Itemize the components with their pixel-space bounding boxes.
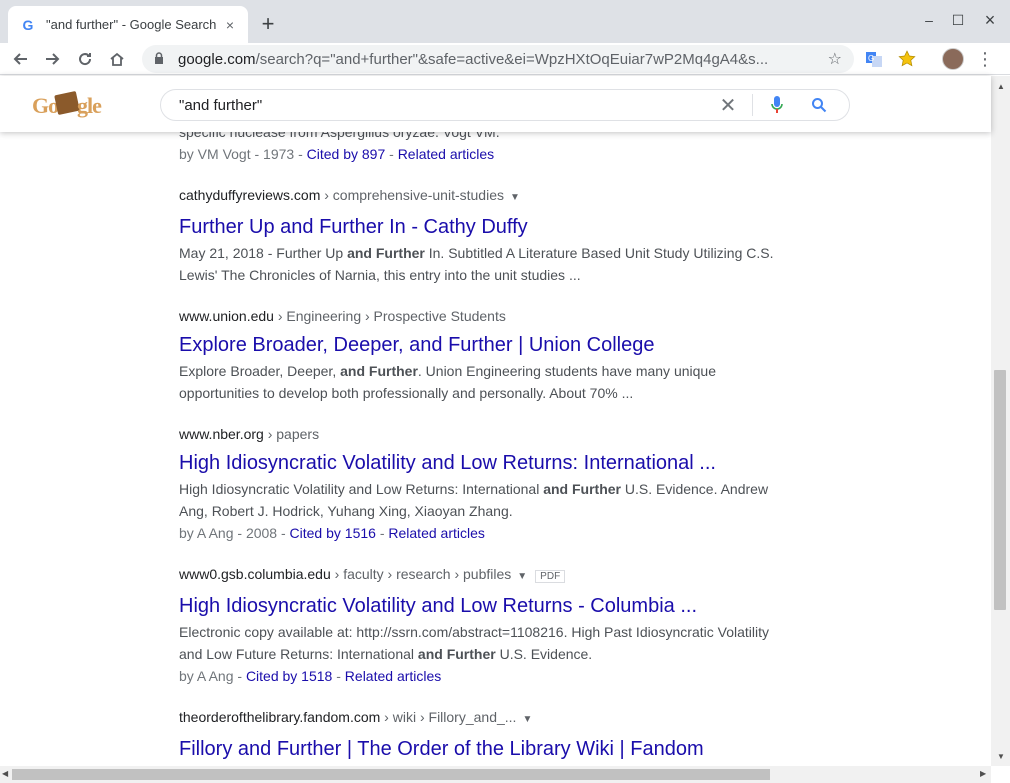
result-title-link[interactable]: Fillory and Further | The Order of the L… [179,736,789,762]
result-path: › faculty › research › pubfiles [330,566,512,582]
result-menu-icon[interactable]: ▼ [517,571,527,582]
result-path: › comprehensive-unit-studies [320,187,504,203]
microphone-icon[interactable] [765,93,789,117]
address-bar[interactable]: google.com/search?q="and+further"&safe=a… [142,45,854,73]
kebab-menu-icon[interactable]: ⋮ [976,48,994,70]
result-author-year: by A Ang - [179,668,246,684]
maximize-button[interactable]: ☐ [944,8,972,32]
result-url: www0.gsb.columbia.edu › faculty › resear… [179,564,789,587]
result-snippet: High Idiosyncratic Volatility and Low Re… [179,481,769,519]
result-site: www.union.edu [179,308,274,324]
result-author-year: by VM Vogt - 1973 - [179,146,307,162]
tab-strip: G "and further" - Google Search × + – ☐ … [0,0,1010,43]
cited-by-link[interactable]: Cited by 1518 [246,668,332,684]
window-close-button[interactable]: × [976,8,1004,32]
result-snippet: May 21, 2018 - Further Up and Further In… [179,245,774,283]
pdf-badge: PDF [535,570,566,583]
forward-arrow-icon[interactable] [40,47,64,71]
scroll-right-icon[interactable]: ▶ [980,769,986,778]
tab-close-icon[interactable]: × [222,17,238,33]
vertical-scrollbar[interactable]: ▲ ▼ [991,76,1010,766]
result-menu-icon[interactable]: ▼ [522,714,532,725]
related-articles-link[interactable]: Related articles [345,668,442,684]
result-url: theorderofthelibrary.fandom.com › wiki ›… [179,707,789,730]
result-path: › wiki › Fillory_and_... [380,709,517,725]
search-header: Go gle ✕ [0,76,991,132]
tab-title: "and further" - Google Search [46,17,217,32]
browser-toolbar: google.com/search?q="and+further"&safe=a… [0,43,1010,75]
result-title-link[interactable]: Explore Broader, Deeper, and Further | U… [179,332,789,358]
result-meta: by A Ang - Cited by 1518 - Related artic… [179,668,442,684]
home-icon[interactable] [105,47,129,71]
svg-text:G: G [868,54,874,63]
related-articles-link[interactable]: Related articles [398,146,495,162]
result-snippet: Explore Broader, Deeper, and Further. Un… [179,363,716,401]
horizontal-scrollbar[interactable]: ◀ ▶ [0,766,991,783]
result-url: www.union.edu › Engineering › Prospectiv… [179,306,789,326]
scroll-up-icon[interactable]: ▲ [997,82,1005,91]
lock-icon [154,51,168,67]
profile-avatar[interactable] [942,48,964,70]
result-site: www0.gsb.columbia.edu [179,566,331,582]
scroll-down-icon[interactable]: ▼ [997,752,1005,761]
back-arrow-icon[interactable] [9,47,33,71]
result-url: cathyduffyreviews.com › comprehensive-un… [179,185,789,208]
minimize-button[interactable]: – [915,8,943,32]
search-icon[interactable] [807,93,831,117]
translate-icon[interactable]: G [864,49,884,69]
related-articles-link[interactable]: Related articles [388,525,485,541]
search-result: www0.gsb.columbia.edu › faculty › resear… [179,564,789,687]
search-box: ✕ [160,89,850,121]
result-title-link[interactable]: High Idiosyncratic Volatility and Low Re… [179,450,789,476]
result-site: cathyduffyreviews.com [179,187,321,203]
search-result: theorderofthelibrary.fandom.com › wiki ›… [179,707,789,762]
bookmark-star-icon[interactable]: ☆ [828,49,842,69]
scroll-left-icon[interactable]: ◀ [2,769,8,778]
search-divider [752,94,753,116]
clear-icon[interactable]: ✕ [716,93,740,118]
horizontal-scroll-thumb[interactable] [12,769,770,780]
url-text: google.com/search?q="and+further"&safe=a… [178,50,769,68]
result-meta: by A Ang - 2008 - Cited by 1516 - Relate… [179,525,485,541]
result-meta: by VM Vogt - 1973 - Cited by 897 - Relat… [179,146,495,162]
result-path: › papers [263,426,320,442]
reload-icon[interactable] [73,47,97,71]
cited-by-link[interactable]: Cited by 1516 [290,525,376,541]
svg-text:gle: gle [77,93,102,118]
result-path: › Engineering › Prospective Students [273,308,506,324]
extension-star-icon[interactable] [897,49,917,69]
result-title-link[interactable]: Further Up and Further In - Cathy Duffy [179,214,789,240]
result-title-link[interactable]: High Idiosyncratic Volatility and Low Re… [179,593,789,619]
result-site: theorderofthelibrary.fandom.com [179,709,381,725]
search-result: www.nber.org › papers High Idiosyncratic… [179,424,789,544]
new-tab-button[interactable]: + [256,11,280,36]
result-author-year: by A Ang - 2008 - [179,525,290,541]
vertical-scroll-thumb[interactable] [994,370,1006,610]
search-result: www.union.edu › Engineering › Prospectiv… [179,306,789,404]
search-input[interactable] [179,96,716,114]
result-site: www.nber.org [179,426,264,442]
google-favicon-icon: G [22,16,34,33]
result-url: www.nber.org › papers [179,424,789,444]
result-menu-icon[interactable]: ▼ [510,192,520,203]
search-results: specific nuclease from Aspergillus oryza… [179,121,789,782]
google-doodle-logo[interactable]: Go gle [30,89,110,119]
result-snippet: Electronic copy available at: http://ssr… [179,624,769,662]
browser-tab[interactable]: G "and further" - Google Search × [8,6,248,43]
search-result: cathyduffyreviews.com › comprehensive-un… [179,185,789,286]
cited-by-link[interactable]: Cited by 897 [307,146,386,162]
